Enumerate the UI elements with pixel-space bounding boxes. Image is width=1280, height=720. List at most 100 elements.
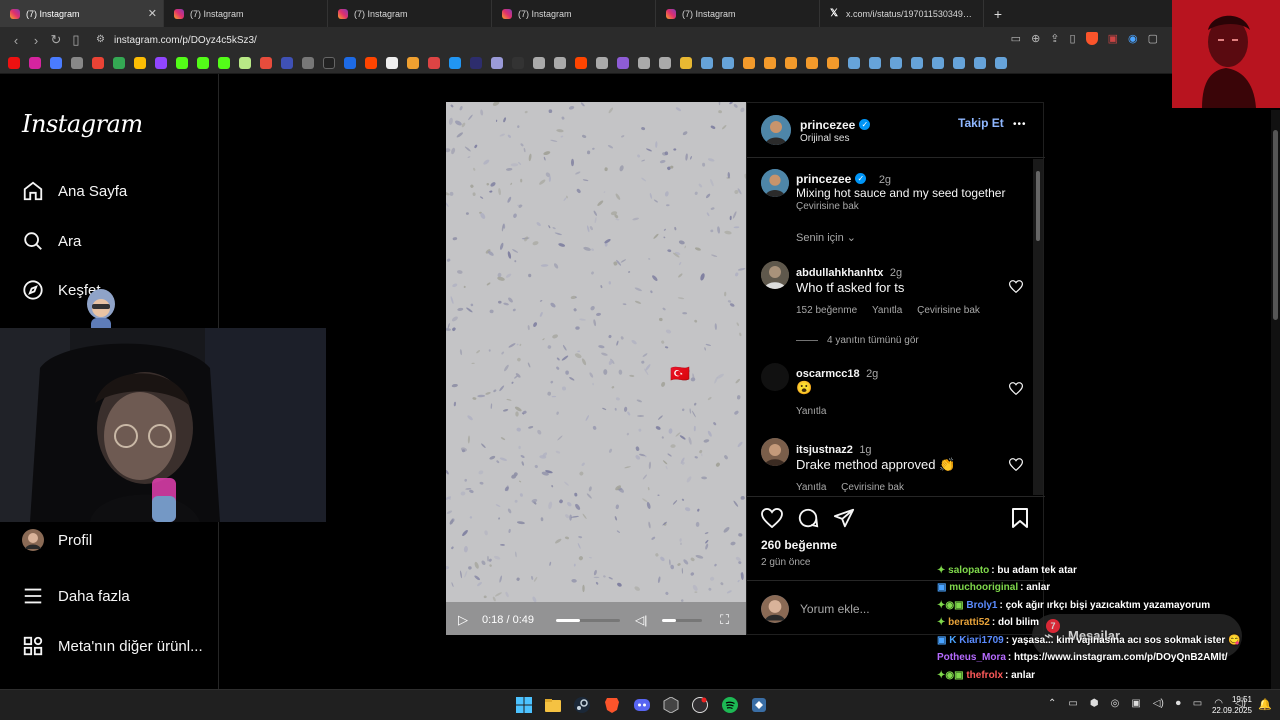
bookmark-icon[interactable] bbox=[407, 57, 419, 69]
zoom-icon[interactable]: ⊕ bbox=[1031, 32, 1040, 45]
bookmark-icon[interactable] bbox=[8, 57, 20, 69]
browser-tab[interactable]: (7) Instagram bbox=[492, 0, 656, 27]
bookmark-icon[interactable] bbox=[428, 57, 440, 69]
bookmark-icon[interactable] bbox=[134, 57, 146, 69]
bookmark-icon[interactable] bbox=[323, 57, 335, 69]
new-tab-button[interactable]: + bbox=[988, 6, 1008, 22]
bookmark-icon[interactable] bbox=[869, 57, 881, 69]
taskbar-clock[interactable]: 19:51 22.09.2025 bbox=[1212, 694, 1252, 716]
browser-tab[interactable]: (7) Instagram bbox=[656, 0, 820, 27]
discord-icon[interactable] bbox=[634, 697, 650, 713]
brave-shields-icon[interactable] bbox=[1085, 32, 1098, 45]
tray-app-icon[interactable]: ▣ bbox=[1131, 698, 1140, 709]
spotify-icon[interactable] bbox=[722, 697, 738, 713]
nav-item-more[interactable]: Daha fazla bbox=[22, 585, 130, 607]
bookmark-icon[interactable] bbox=[722, 57, 734, 69]
bookmark-icon[interactable] bbox=[92, 57, 104, 69]
reload-icon[interactable]: ↻ bbox=[46, 32, 66, 48]
bookmark-icon[interactable] bbox=[953, 57, 965, 69]
cast-icon[interactable]: ▭ bbox=[1011, 32, 1021, 45]
nav-item-home[interactable]: Ana Sayfa bbox=[22, 180, 127, 202]
volume-icon[interactable]: ◁| bbox=[635, 613, 647, 627]
chevron-up-icon[interactable]: ⌃ bbox=[1048, 698, 1056, 709]
bookmark-icon[interactable] bbox=[806, 57, 818, 69]
file-explorer-icon[interactable] bbox=[545, 697, 561, 713]
network-icon[interactable]: ▭ bbox=[1193, 698, 1202, 709]
scrollbar-thumb[interactable] bbox=[1273, 130, 1278, 320]
nav-item-profile[interactable]: Profil bbox=[22, 529, 92, 551]
bookmark-icon[interactable] bbox=[71, 57, 83, 69]
comment-avatar[interactable] bbox=[761, 438, 789, 466]
volume-slider[interactable] bbox=[662, 619, 702, 622]
follow-button[interactable]: Takip Et bbox=[958, 116, 1004, 130]
steam-icon[interactable] bbox=[574, 697, 590, 713]
video-progress-bar[interactable] bbox=[556, 619, 620, 622]
bookmark-icon[interactable] bbox=[701, 57, 713, 69]
microphone-icon[interactable]: ⏺ bbox=[1176, 698, 1181, 709]
bookmark-icon[interactable] bbox=[974, 57, 986, 69]
like-comment-heart-icon[interactable] bbox=[1009, 382, 1023, 395]
bookmark-icon[interactable] bbox=[155, 57, 167, 69]
obs-icon[interactable] bbox=[692, 697, 708, 713]
speaker-icon[interactable]: ◁) bbox=[1153, 698, 1164, 709]
bookmark-icon[interactable] bbox=[491, 57, 503, 69]
translate-link[interactable]: Çevirisine bak bbox=[796, 201, 859, 212]
caption-avatar[interactable] bbox=[761, 169, 789, 197]
bookmark-icon[interactable] bbox=[575, 57, 587, 69]
like-comment-heart-icon[interactable] bbox=[1009, 280, 1023, 293]
audio-label[interactable]: Orijinal ses bbox=[800, 133, 849, 144]
more-options-icon[interactable]: ••• bbox=[1013, 119, 1027, 130]
comment-username[interactable]: oscarmcc18 bbox=[796, 368, 860, 380]
bookmark-page-icon[interactable]: ▯ bbox=[1070, 32, 1076, 45]
back-icon[interactable]: ‹ bbox=[6, 33, 26, 48]
bookmark-icon[interactable] bbox=[533, 57, 545, 69]
share-icon[interactable]: ⇪ bbox=[1050, 32, 1059, 45]
bookmark-icon[interactable] bbox=[659, 57, 671, 69]
bookmark-icon[interactable] bbox=[365, 57, 377, 69]
comment-avatar[interactable] bbox=[761, 363, 789, 391]
browser-tab[interactable]: (7) Instagram bbox=[164, 0, 328, 27]
translate-link[interactable]: Çevirisine bak bbox=[841, 482, 904, 493]
bookmark-icon[interactable] bbox=[50, 57, 62, 69]
url-text[interactable]: instagram.com/p/DOyz4c5kSz3/ bbox=[114, 35, 257, 46]
bookmark-icon[interactable] bbox=[932, 57, 944, 69]
author-avatar[interactable] bbox=[761, 115, 791, 145]
bookmark-icon[interactable] bbox=[302, 57, 314, 69]
bookmark-icon[interactable] bbox=[197, 57, 209, 69]
extension-icon[interactable]: ◉ bbox=[1128, 32, 1138, 45]
windows-start-icon[interactable] bbox=[516, 697, 532, 713]
comment-username[interactable]: abdullahkhanhtx bbox=[796, 267, 883, 279]
browser-tab[interactable]: (7) Instagram ✕ bbox=[0, 0, 164, 27]
bookmark-icon[interactable] bbox=[386, 57, 398, 69]
like-heart-icon[interactable] bbox=[761, 508, 783, 528]
bookmark-icon[interactable] bbox=[890, 57, 902, 69]
extension-icon[interactable]: ▢ bbox=[1148, 32, 1158, 45]
bookmark-icon[interactable] bbox=[176, 57, 188, 69]
bookmark-icon[interactable] bbox=[911, 57, 923, 69]
nav-item-search[interactable]: Ara bbox=[22, 230, 81, 252]
share-send-icon[interactable] bbox=[833, 507, 855, 529]
comment-icon[interactable] bbox=[797, 507, 819, 529]
fullscreen-icon[interactable]: ⛶ bbox=[720, 612, 729, 628]
app-icon[interactable] bbox=[751, 697, 767, 713]
comment-input[interactable]: Yorum ekle... bbox=[800, 602, 870, 616]
brave-browser-icon[interactable] bbox=[604, 697, 620, 713]
bookmark-icon[interactable] bbox=[218, 57, 230, 69]
bookmark-icon[interactable] bbox=[764, 57, 776, 69]
bookmark-icon[interactable] bbox=[638, 57, 650, 69]
reply-button[interactable]: Yanıtla bbox=[796, 482, 826, 493]
bookmark-icon[interactable] bbox=[239, 57, 251, 69]
bookmark-icon[interactable] bbox=[281, 57, 293, 69]
bookmark-icon[interactable] bbox=[743, 57, 755, 69]
play-icon[interactable]: ▷ bbox=[458, 612, 468, 628]
view-replies-link[interactable]: 4 yanıtın tümünü gör bbox=[827, 335, 919, 346]
forward-icon[interactable]: › bbox=[26, 33, 46, 48]
bookmark-icon[interactable] bbox=[113, 57, 125, 69]
reply-button[interactable]: Yanıtla bbox=[796, 406, 826, 417]
folder-icon[interactable] bbox=[680, 57, 692, 69]
extension-icon[interactable]: ▣ bbox=[1108, 32, 1118, 45]
author-username[interactable]: princezee bbox=[800, 118, 855, 132]
bookmark-icon[interactable] bbox=[449, 57, 461, 69]
comment-avatar[interactable] bbox=[761, 261, 789, 289]
bookmark-icon[interactable] bbox=[827, 57, 839, 69]
